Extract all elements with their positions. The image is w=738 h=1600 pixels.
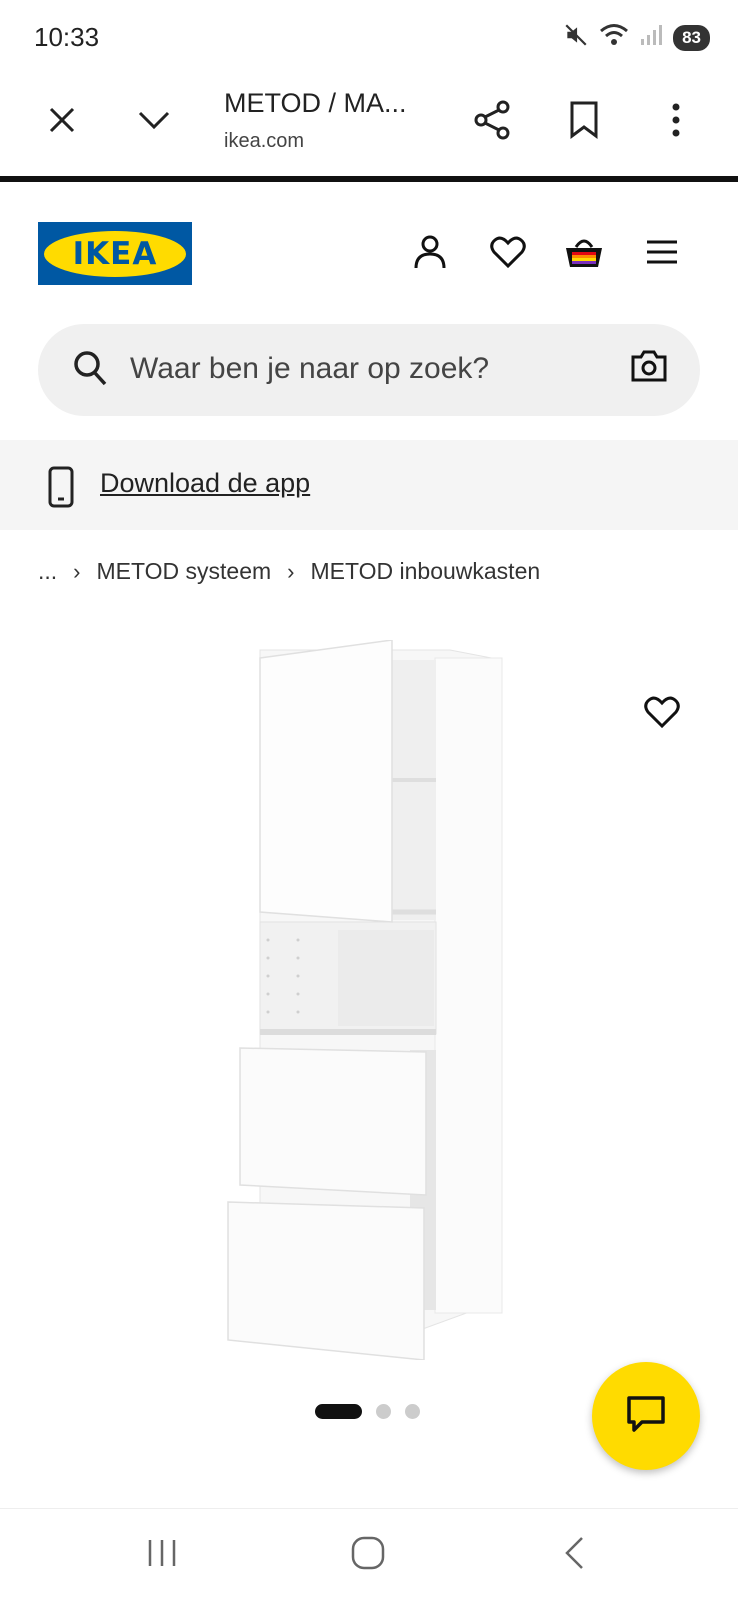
- back-button[interactable]: [546, 1529, 602, 1581]
- recent-apps-button[interactable]: [134, 1529, 190, 1581]
- recent-apps-icon: [146, 1538, 178, 1573]
- chevron-right-icon: ›: [287, 558, 295, 584]
- close-icon: [47, 105, 77, 140]
- download-app-link[interactable]: Download de app: [100, 468, 310, 499]
- carousel-indicator: [315, 1404, 420, 1419]
- camera-icon[interactable]: [630, 348, 668, 389]
- account-button[interactable]: [406, 230, 454, 278]
- wishlist-button[interactable]: [484, 230, 532, 278]
- home-icon: [350, 1535, 386, 1576]
- breadcrumb-ellipsis[interactable]: ...: [38, 558, 57, 585]
- logo-text: IKEA: [72, 235, 158, 272]
- toolbar-divider: [0, 176, 738, 182]
- system-navigation-bar: [0, 1508, 738, 1600]
- page-title: METOD / MA...: [224, 88, 407, 118]
- carousel-dot-2[interactable]: [376, 1404, 391, 1419]
- ikea-logo[interactable]: IKEA: [38, 222, 192, 285]
- product-image[interactable]: [220, 639, 520, 1361]
- menu-button[interactable]: [638, 230, 686, 278]
- bookmark-icon: [569, 101, 599, 144]
- status-icons: 83: [563, 22, 710, 53]
- breadcrumb-item-metod-systeem[interactable]: METOD systeem: [97, 558, 272, 585]
- browser-toolbar: METOD / MA... ikea.com: [0, 74, 738, 178]
- breadcrumb-item-metod-inbouwkasten[interactable]: METOD inbouwkasten: [310, 558, 540, 585]
- battery-indicator: 83: [673, 24, 710, 51]
- search-icon: [72, 348, 108, 393]
- back-icon: [562, 1536, 586, 1575]
- add-to-wishlist-button[interactable]: [638, 690, 686, 738]
- heart-icon: [490, 236, 526, 273]
- heart-icon: [644, 696, 680, 733]
- signal-icon: [639, 23, 663, 52]
- search-placeholder: Waar ben je naar op zoek?: [130, 352, 490, 385]
- chevron-down-icon: [137, 109, 171, 136]
- carousel-dot-1[interactable]: [315, 1404, 362, 1419]
- mute-icon: [563, 22, 589, 53]
- menu-icon: [645, 239, 679, 270]
- more-button[interactable]: [648, 94, 704, 150]
- page-host: ikea.com: [224, 130, 305, 152]
- app-download-banner: Download de app: [0, 440, 738, 530]
- basket-icon: [564, 235, 604, 274]
- share-button[interactable]: [464, 94, 520, 150]
- close-tab-button[interactable]: [34, 94, 90, 150]
- share-icon: [473, 100, 511, 145]
- logo-oval: IKEA: [44, 230, 186, 277]
- bookmark-button[interactable]: [556, 94, 612, 150]
- phone-icon: [48, 466, 74, 513]
- chat-button[interactable]: [592, 1362, 700, 1470]
- search-input[interactable]: Waar ben je naar op zoek?: [38, 324, 700, 416]
- home-button[interactable]: [340, 1529, 396, 1581]
- basket-button[interactable]: [560, 230, 608, 278]
- carousel-dot-3[interactable]: [405, 1404, 420, 1419]
- more-icon: [671, 102, 681, 143]
- breadcrumb: ... › METOD systeem › METOD inbouwkasten: [38, 558, 540, 585]
- chevron-right-icon: ›: [73, 558, 81, 584]
- status-time: 10:33: [34, 22, 100, 52]
- minimize-button[interactable]: [126, 94, 182, 150]
- account-icon: [413, 234, 447, 275]
- wifi-icon: [599, 22, 629, 53]
- status-bar: 10:33 83: [0, 0, 738, 74]
- chat-icon: [626, 1395, 666, 1438]
